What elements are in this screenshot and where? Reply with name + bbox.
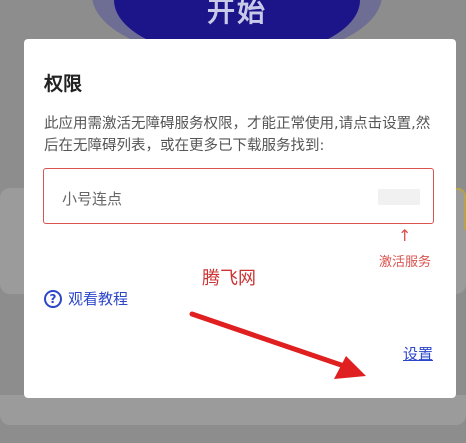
permission-dialog: 权限 此应用需激活无障碍服务权限，才能正常使用,请点击设置,然后在无障碍列表，或… xyxy=(24,39,456,398)
up-arrow-annotation: ↑ xyxy=(398,226,412,245)
service-toggle-placeholder xyxy=(378,189,420,205)
settings-button[interactable]: 设置 xyxy=(403,343,433,364)
service-name-text: 小号连点 xyxy=(62,190,123,208)
watermark-text: 腾飞网 xyxy=(202,268,256,289)
background-card-bottom xyxy=(0,395,466,425)
dialog-title: 权限 xyxy=(44,73,83,95)
watch-tutorial-link[interactable]: ? 观看教程 xyxy=(44,288,128,309)
activate-service-hint: 激活服务 xyxy=(379,255,432,270)
red-arrow-icon xyxy=(189,311,366,379)
service-name-field: 小号连点 xyxy=(43,168,434,224)
dialog-message: 此应用需激活无障碍服务权限，才能正常使用,请点击设置,然后在无障碍列表，或在更多… xyxy=(44,116,431,154)
help-circle-icon: ? xyxy=(44,289,62,308)
watch-tutorial-label: 观看教程 xyxy=(68,290,129,308)
start-button-label: 开始 xyxy=(206,0,267,28)
